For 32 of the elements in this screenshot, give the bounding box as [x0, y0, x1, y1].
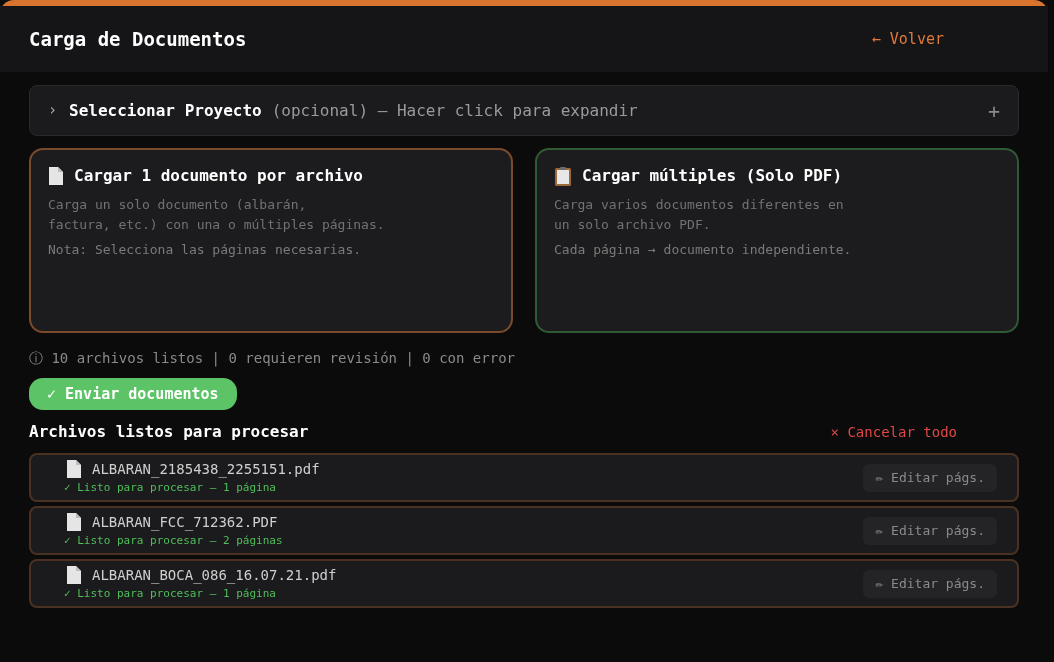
chevron-icon: › — [48, 99, 58, 122]
section-title: Archivos listos para procesar — [29, 421, 309, 443]
back-link[interactable]: ← Volver — [871, 27, 944, 51]
summary-text: ⓘ 10 archivos listos | 0 requieren revisión | 0 con error — [29, 349, 516, 369]
page-title: Carga de Documentos — [29, 26, 247, 52]
upload-mode-card[interactable]: Cargar múltiples (Solo PDF) Carga varios documentos diferentes en un solo archivo PDF. Cada página → documento independiente. — [535, 148, 1019, 333]
file-name: ALBARAN_BOCA_086_16.07.21.pdf — [92, 565, 337, 586]
project-selector[interactable]: › Seleccionar Proyecto (opcional) — Hacer click para expandir + — [29, 85, 1019, 136]
file-status: ✓ Listo para procesar — 1 página — [64, 585, 277, 602]
edit-pages-button[interactable]: ✏ Editar págs. — [863, 569, 997, 598]
document-icon — [48, 166, 64, 186]
card-title: Cargar múltiples (Solo PDF) — [582, 165, 843, 187]
card-note: Cada página → documento independiente. — [554, 241, 853, 259]
file-status: ✓ Listo para procesar — 1 página — [64, 479, 277, 496]
clipboard-icon — [554, 165, 572, 187]
edit-pages-button[interactable]: ✏ Editar págs. — [863, 516, 997, 545]
cancel-all-link[interactable]: × Cancelar todo — [830, 421, 957, 443]
document-icon — [66, 459, 82, 480]
card-description: Carga varios documentos diferentes en un solo archivo PDF. — [554, 196, 845, 234]
file-name: ALBARAN_FCC_712362.PDF — [92, 512, 278, 533]
card-description: Carga un solo documento (albarán, factura, etc.) con una o múltiples páginas. — [48, 196, 386, 234]
file-status: ✓ Listo para procesar — 2 páginas — [64, 532, 283, 549]
upload-mode-card[interactable]: Cargar 1 documento por archivo Carga un solo documento (albarán, factura, etc.) con una o múltiples páginas. Nota: Selecciona las páginas necesarias. — [29, 148, 513, 333]
expand-icon: + — [987, 95, 1000, 126]
card-title: Cargar 1 documento por archivo — [74, 165, 363, 187]
edit-pages-button[interactable]: ✏ Editar págs. — [863, 463, 997, 492]
document-icon — [66, 565, 82, 586]
project-hint: (opcional) — Hacer click para expandir — [271, 99, 638, 122]
project-label: Seleccionar Proyecto — [69, 99, 262, 122]
document-icon — [66, 512, 82, 533]
card-note: Nota: Selecciona las páginas necesarias. — [48, 241, 363, 259]
file-name: ALBARAN_2185438_2255151.pdf — [92, 459, 320, 480]
